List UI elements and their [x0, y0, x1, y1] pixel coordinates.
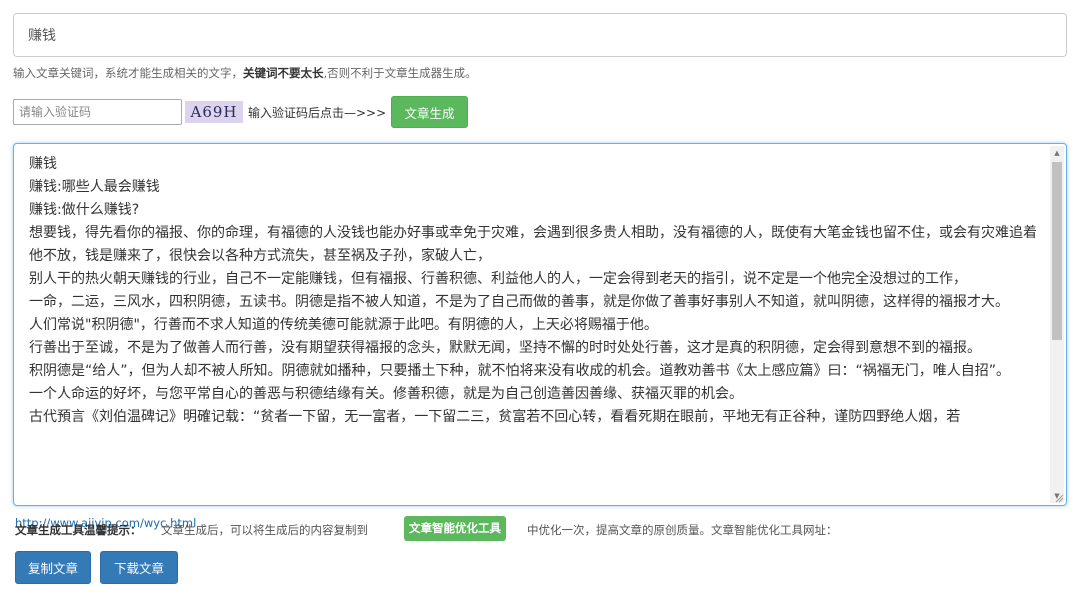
- article-line: 古代預言《刘伯温碑记》明確记载：“贫者一下留，无一富者，一下留二三，贫富若不回心…: [29, 409, 961, 425]
- generate-article-button[interactable]: 文章生成: [391, 96, 468, 128]
- article-line: 别人干的热火朝天赚钱的行业，自己不一定能赚钱，但有福报、行善积德、利益他人的人，…: [29, 271, 967, 287]
- hint-bold: 关键词不要太长: [243, 66, 324, 80]
- hint-prefix: 输入文章关键词，系统才能生成相关的文字，: [13, 66, 243, 80]
- article-line: 赚钱:哪些人最会赚钱: [29, 179, 160, 195]
- tip-row: 文章生成工具温馨提示： 文章生成后，可以将生成后的内容复制到 文章智能优化工具 …: [15, 516, 838, 542]
- article-line: 人们常说"积阴德"，行善而不求人知道的传统美德可能就源于此吧。有阴德的人，上天必…: [29, 317, 658, 333]
- article-line: 赚钱: [29, 156, 57, 172]
- article-line: 行善出于至诚，不是为了做善人而行善，没有期望获得福报的念头，默默无闻，坚持不懈的…: [29, 340, 981, 356]
- captcha-instruction: 输入验证码后点击—>>>: [248, 106, 387, 120]
- captcha-input[interactable]: [13, 99, 182, 125]
- article-textarea[interactable]: 赚钱赚钱:哪些人最会赚钱 赚钱:做什么赚钱? 想要钱，得先看你的福报、你的命理，有福…: [13, 143, 1067, 506]
- tip-text-1: 文章生成后，可以将生成后的内容复制到: [161, 523, 368, 537]
- scroll-thumb[interactable]: [1052, 162, 1062, 340]
- article-line: 赚钱:做什么赚钱?: [29, 202, 140, 218]
- captcha-image[interactable]: A69H: [185, 101, 243, 123]
- keyword-input[interactable]: [13, 13, 1067, 57]
- article-scrollbar[interactable]: ▲ ▼: [1050, 146, 1064, 503]
- scroll-up-icon[interactable]: ▲: [1050, 146, 1064, 160]
- hint-suffix: ,否则不利于文章生成器生成。: [323, 66, 477, 80]
- article-line: 想要钱，得先看你的福报、你的命理，有福德的人没钱也能办好事或幸免于灾难，会遇到很…: [29, 225, 1037, 264]
- article-content: 赚钱赚钱:哪些人最会赚钱 赚钱:做什么赚钱? 想要钱，得先看你的福报、你的命理，有福…: [29, 153, 1038, 429]
- optimize-tool-badge[interactable]: 文章智能优化工具: [404, 516, 506, 541]
- article-line: 一个人命运的好坏，与您平常自心的善恶与积德结缘有关。修善积德，就是为自己创造善因…: [29, 386, 743, 402]
- article-line: 积阴德是“给人”，但为人却不被人所知。阴德就如播种，只要播土下种，就不怕将来没有…: [29, 363, 1011, 379]
- resize-grip-icon[interactable]: [1054, 493, 1064, 503]
- tip-text-2: 中优化一次，提高文章的原创质量。文章智能优化工具网址：: [527, 523, 838, 537]
- tip-label: 文章生成工具温馨提示：: [15, 523, 142, 537]
- article-line: 一命，二运，三风水，四积阴德，五读书。阴德是指不被人知道，不是为了自己而做的善事…: [29, 294, 1009, 310]
- keyword-hint: 输入文章关键词，系统才能生成相关的文字，关键词不要太长,否则不利于文章生成器生成…: [13, 65, 477, 81]
- download-article-button[interactable]: 下载文章: [100, 551, 178, 584]
- copy-article-button[interactable]: 复制文章: [15, 551, 91, 584]
